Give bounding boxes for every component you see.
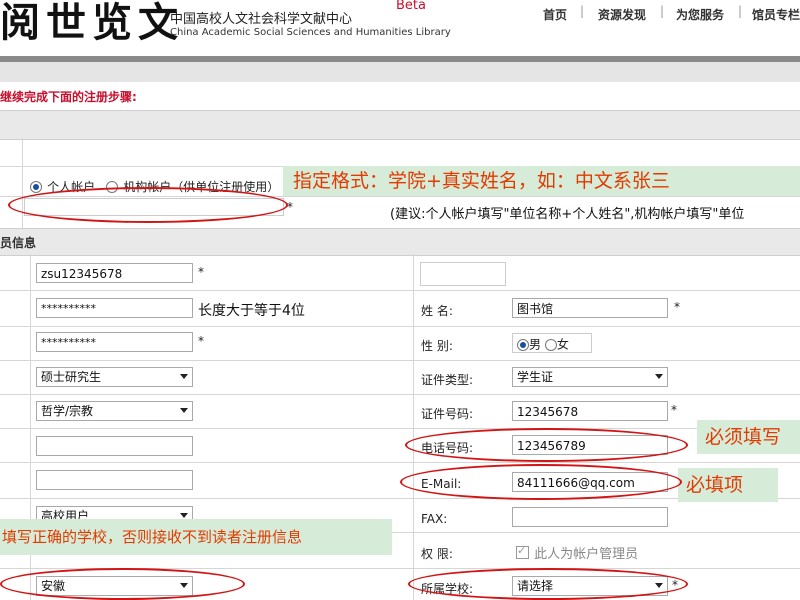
confirm-password-input[interactable]: ********** [36, 332, 193, 352]
nav-resource-discovery[interactable]: 资源发现 [598, 6, 646, 23]
account-name-suggestion: (建议:个人帐户填写"单位名称+个人姓名",机构帐户填写"单位 [390, 207, 745, 222]
left-empty-input-2[interactable] [36, 470, 193, 490]
left-empty-input-1[interactable] [36, 436, 193, 456]
id-type-select-value: 学生证 [517, 370, 554, 384]
admin-checkbox-label: 此人为帐户管理员 [534, 547, 639, 562]
nav-separator: | [738, 4, 743, 18]
callout-required-fill: 必须填写 [697, 420, 800, 454]
password-input[interactable]: ********** [36, 298, 193, 318]
required-star: * [198, 334, 204, 348]
fax-input[interactable] [512, 507, 668, 527]
callout-name-format: 指定格式：学院+真实姓名，如：中文系张三 [283, 166, 800, 196]
discipline-select[interactable]: 哲学/宗教 [36, 401, 193, 421]
discipline-select-value: 哲学/宗教 [41, 404, 94, 418]
column-divider [413, 254, 414, 600]
radio-gender-female[interactable] [544, 338, 557, 351]
section-title-basic-info: 员信息 [0, 236, 37, 250]
education-select[interactable]: 硕士研究生 [36, 367, 193, 387]
label-permission: 权 限: [421, 547, 453, 561]
row-divider [0, 326, 800, 327]
nav-services[interactable]: 为您服务 [676, 6, 724, 23]
chevron-down-icon [180, 374, 188, 379]
row-divider [0, 360, 800, 361]
education-select-value: 硕士研究生 [41, 370, 102, 384]
label-gender-female: 女 [556, 337, 569, 352]
required-star: * [671, 403, 677, 417]
annotation-ellipse-phone [405, 428, 688, 462]
admin-checkbox[interactable] [516, 544, 529, 559]
name-input[interactable]: 图书馆 [512, 298, 668, 318]
nav-separator: | [660, 4, 665, 18]
org-name-en: China Academic Social Sciences and Human… [170, 27, 451, 38]
nav-separator: | [580, 4, 585, 18]
row-divider [0, 290, 800, 291]
required-star: * [198, 265, 204, 279]
password-hint: 长度大于等于4位 [198, 303, 305, 319]
label-id-number: 证件号码: [421, 407, 474, 421]
chevron-down-icon [655, 374, 663, 379]
beta-badge: Beta [396, 0, 426, 13]
column-divider [22, 138, 23, 228]
id-number-input[interactable]: 12345678 [512, 401, 668, 421]
permission-option[interactable]: 此人为帐户管理员 [516, 542, 638, 562]
label-gender-male: 男 [529, 337, 542, 352]
label-name: 姓 名: [421, 304, 453, 318]
label-gender: 性 别: [421, 339, 453, 353]
site-logo[interactable]: 阅世览文 [0, 0, 184, 46]
callout-required-item: 必填项 [678, 468, 778, 502]
org-name-cn: 中国高校人文社会科学文献中心 [170, 12, 353, 27]
annotation-ellipse-school [408, 568, 688, 600]
id-type-select[interactable]: 学生证 [512, 367, 668, 387]
label-id-type: 证件类型: [421, 373, 474, 387]
radio-personal-account[interactable] [30, 180, 42, 193]
username-input[interactable]: zsu12345678 [36, 263, 193, 283]
header-band [0, 62, 800, 82]
annotation-ellipse-province [0, 568, 245, 600]
chevron-down-icon [180, 513, 188, 518]
nav-home[interactable]: 首页 [543, 6, 567, 23]
form-header-row [0, 110, 800, 140]
required-star: * [674, 300, 680, 314]
registration-instruction: 继续完成下面的注册步骤: [0, 90, 137, 104]
annotation-ellipse-email [400, 464, 682, 500]
nav-librarian-column[interactable]: 馆员专栏 [752, 6, 800, 23]
row-divider [0, 394, 800, 395]
required-star: * [287, 200, 293, 214]
row-divider [0, 462, 800, 463]
row-divider [0, 428, 800, 429]
callout-school-tip: 填写正确的学校，否则接收不到读者注册信息 [0, 519, 392, 555]
radio-gender-male[interactable] [517, 338, 529, 351]
chevron-down-icon [180, 408, 188, 413]
gender-group: 男 女 [512, 333, 592, 353]
right-top-empty-box [420, 262, 506, 286]
section-header-row [0, 228, 800, 256]
annotation-ellipse-account-name [8, 187, 288, 223]
label-fax: FAX: [421, 512, 448, 526]
